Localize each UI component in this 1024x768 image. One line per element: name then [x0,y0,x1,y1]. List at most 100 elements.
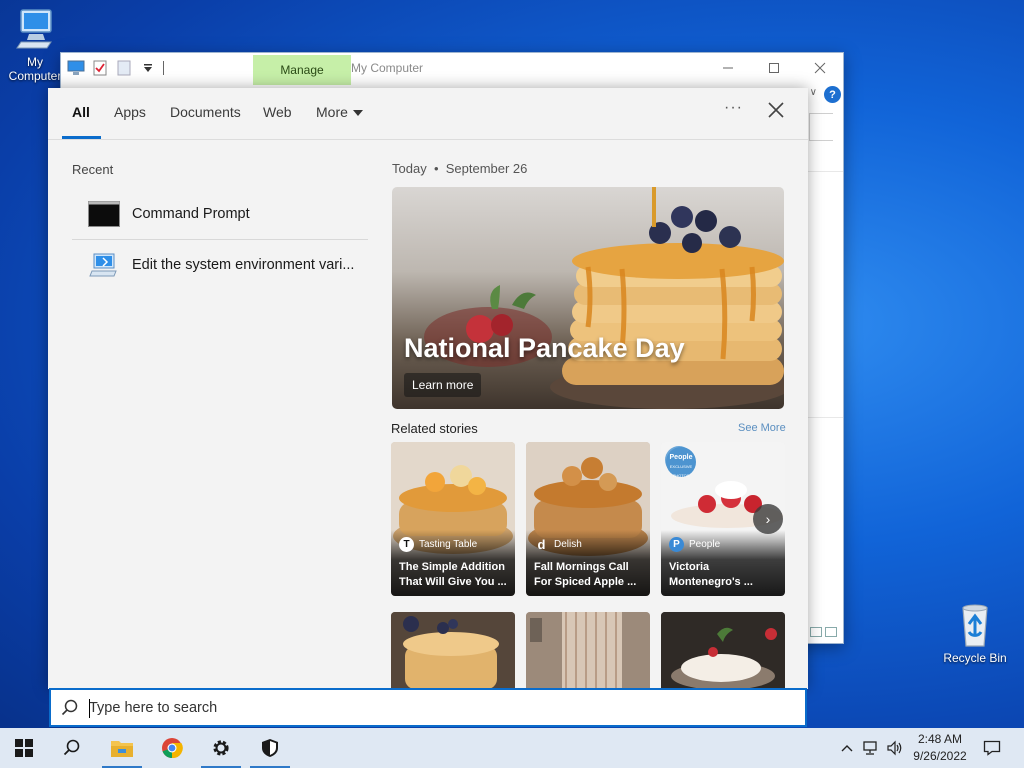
new-folder-icon[interactable] [115,59,133,77]
chrome-taskbar-button[interactable] [148,728,196,768]
more-options-icon[interactable]: ··· [724,99,743,117]
next-stories-button[interactable]: › [753,504,783,534]
tab-more[interactable]: More [316,104,363,120]
related-story-card[interactable] [526,612,650,689]
command-prompt-icon [88,201,120,227]
active-tab-indicator [62,136,101,139]
maximize-button[interactable] [751,53,797,83]
today-date: September 26 [445,161,528,176]
explorer-details-pane [807,171,843,418]
my-computer-label: My Computer [8,55,62,83]
explorer-titlebar: Manage My Computer [61,53,843,85]
source-logo-icon: d [537,537,546,552]
network-icon [863,741,877,755]
minimize-button[interactable] [705,53,751,83]
start-button[interactable] [0,728,48,768]
recent-item-label: Command Prompt [132,206,250,222]
tab-web[interactable]: Web [263,104,292,120]
taskbar: 2:48 AM 9/26/2022 [0,728,1024,768]
story-source: T Tasting Table [399,537,477,552]
folder-icon [111,741,133,757]
related-story-card[interactable] [391,612,515,689]
properties-icon[interactable] [91,59,109,77]
related-story-card[interactable]: T Tasting Table The Simple Addition That… [391,442,515,596]
notification-icon [983,740,1001,756]
story-thumbnail-image [391,612,515,689]
recent-item-environment-variables[interactable]: Edit the system environment vari... [72,240,368,290]
today-prefix: Today [392,161,427,176]
settings-taskbar-button[interactable] [197,728,245,768]
search-icon [61,699,78,715]
search-panel: All Apps Documents Web More ··· Recent C… [48,88,808,689]
today-heading: Today • September 26 [392,161,527,176]
people-logo-title: People [669,454,693,461]
learn-more-button[interactable]: Learn more [404,373,482,397]
today-separator: • [433,161,439,176]
security-taskbar-button[interactable] [246,728,294,768]
network-tray-button[interactable] [860,728,882,768]
recycle-bin-desktop-icon[interactable]: Recycle Bin [940,602,1010,665]
ribbon-expand-icon[interactable]: ∨ [810,87,817,98]
source-logo-icon: P [669,537,684,552]
recycle-bin-label: Recycle Bin [943,651,1007,665]
related-story-card[interactable] [661,612,785,689]
search-scope-tabs: All Apps Documents Web More ··· [48,88,808,140]
people-logo: People EXCLUSIVE PHOTOS [666,447,696,478]
tab-all[interactable]: All [72,104,90,120]
help-icon[interactable]: ? [824,86,841,103]
toolbar-divider [163,61,164,75]
details-view-icon[interactable] [810,627,822,637]
chevron-down-icon [352,110,363,117]
computer-icon[interactable] [67,59,85,77]
story-thumbnail-image [526,612,650,689]
chrome-icon [162,738,183,759]
taskbar-clock[interactable]: 2:48 AM 9/26/2022 [900,731,980,765]
source-logo-icon: T [399,537,414,552]
tab-documents[interactable]: Documents [170,104,241,120]
close-button[interactable] [797,53,843,83]
story-source: d Delish [534,537,582,552]
action-center-button[interactable] [978,728,1006,768]
people-logo-subtitle: EXCLUSIVE PHOTOS [669,464,693,478]
story-headline: Victoria Montenegro's ... [669,561,753,588]
tab-apps[interactable]: Apps [114,104,146,120]
recent-item-command-prompt[interactable]: Command Prompt [72,189,368,239]
recent-heading: Recent [72,162,114,177]
source-name: Tasting Table [419,539,478,550]
hero-title: National Pancake Day [404,333,685,363]
story-source: P People [669,537,720,552]
file-explorer-taskbar-button[interactable] [98,728,146,768]
shield-icon [262,739,278,757]
customize-toolbar-icon[interactable] [139,59,157,77]
source-name: People [689,539,721,550]
show-hidden-icons-button[interactable] [836,728,858,768]
clock-date: 9/26/2022 [913,749,967,763]
manage-ribbon-tab[interactable]: Manage [253,55,351,85]
recycle-bin-icon [962,604,988,647]
search-icon [63,739,80,756]
large-icons-view-icon[interactable] [825,627,837,637]
story-thumbnail-image [661,612,785,689]
taskbar-search-box[interactable] [49,688,807,727]
recent-item-label: Edit the system environment vari... [132,257,355,273]
quick-access-toolbar [67,59,164,77]
windows-logo-icon [15,739,33,757]
gear-icon [213,740,229,756]
tab-more-label: More [316,104,348,120]
story-headline: Fall Mornings Call For Spiced Apple ... [534,561,637,588]
text-cursor [89,699,90,718]
system-properties-icon [89,253,117,277]
search-taskbar-button[interactable] [48,728,96,768]
see-more-link[interactable]: See More [738,422,786,434]
window-title: My Computer [351,61,424,75]
chevron-right-icon: › [765,511,771,527]
explorer-search-field[interactable] [809,113,833,141]
related-story-card[interactable]: d Delish Fall Mornings Call For Spiced A… [526,442,650,596]
related-stories-heading: Related stories [391,421,478,436]
search-input[interactable] [89,699,689,716]
hero-story-card[interactable]: National Pancake Day Learn more [392,187,784,409]
close-icon[interactable] [766,100,786,120]
source-name: Delish [554,539,582,550]
view-toggle-buttons [810,627,837,637]
story-headline: The Simple Addition That Will Give You .… [399,561,507,588]
